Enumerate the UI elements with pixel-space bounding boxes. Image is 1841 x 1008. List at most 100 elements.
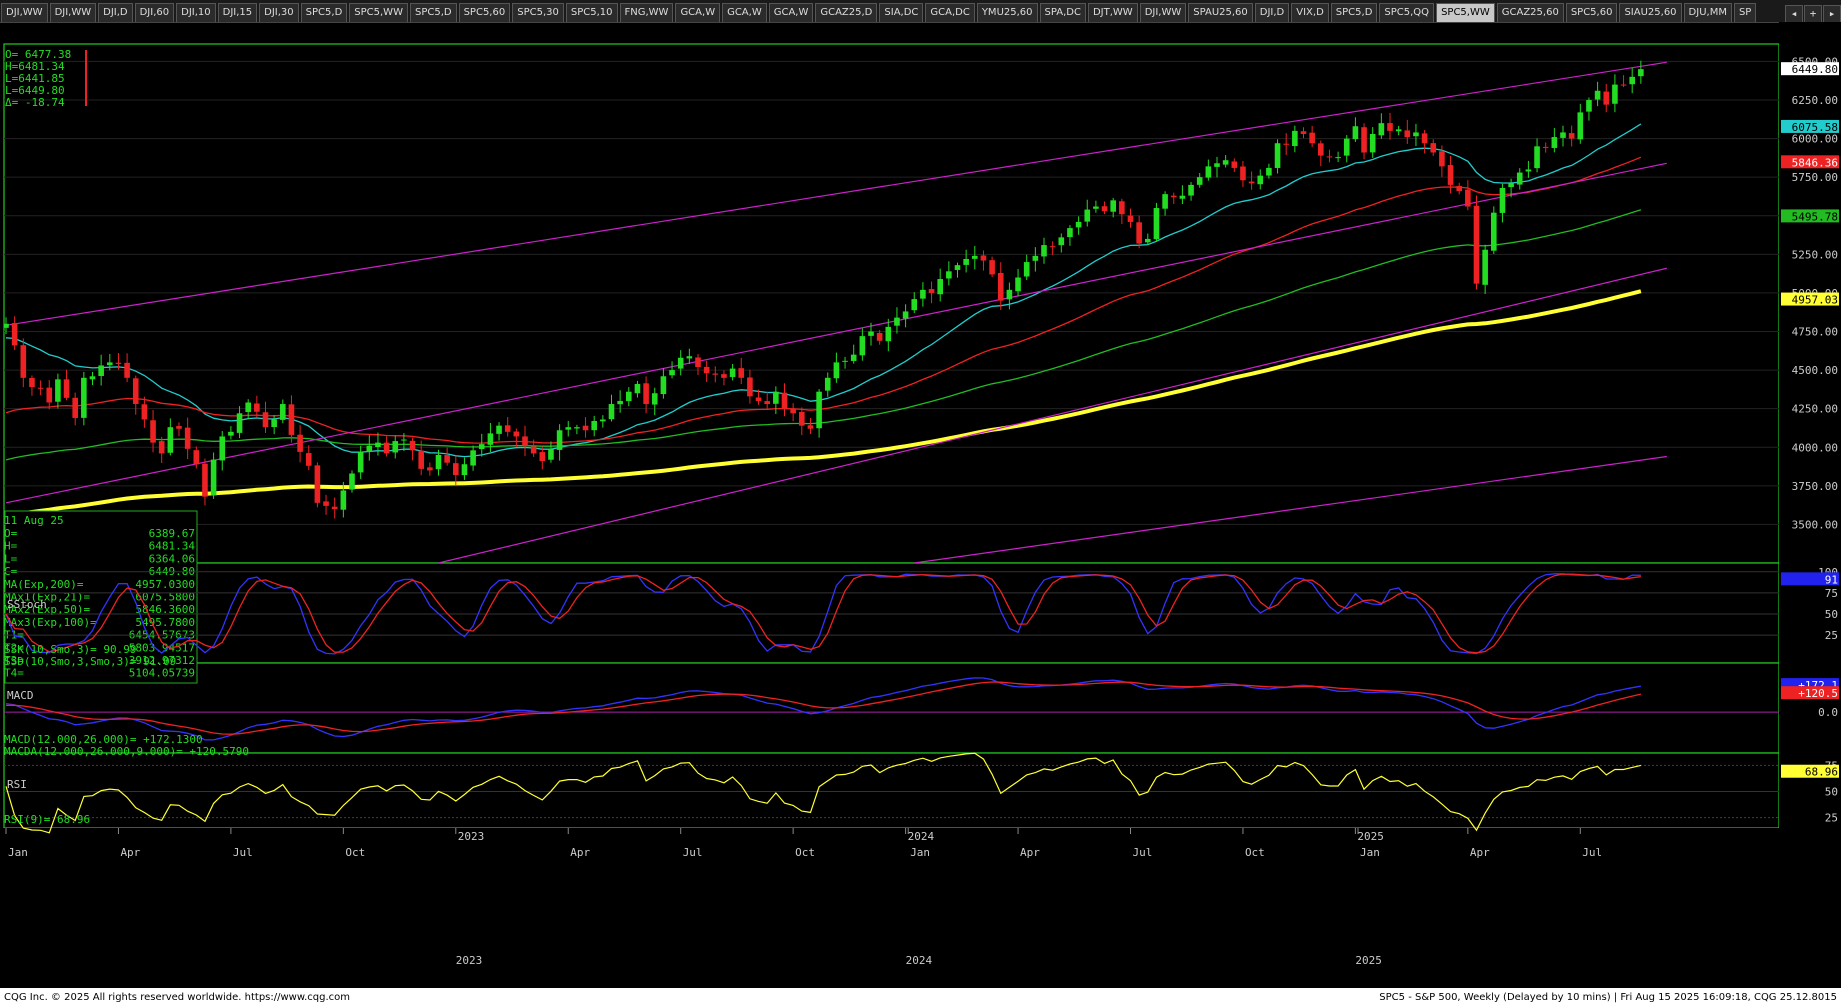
chart-tab[interactable]: SPC5,WW (1436, 3, 1495, 22)
candle-body (11, 323, 18, 346)
candle-body (850, 354, 857, 361)
price-tag-label: 6449.80 (1792, 63, 1838, 76)
candle-body (418, 450, 424, 469)
candle-body (548, 448, 554, 460)
chart-tab[interactable]: GCA,W (675, 3, 721, 22)
candle-body (816, 391, 822, 429)
candle-body (1032, 255, 1039, 261)
candle-body (1335, 157, 1341, 159)
chart-tab[interactable]: SPC5,30 (512, 3, 564, 22)
candle-body (107, 362, 113, 366)
month-label: Oct (795, 846, 815, 859)
candle-body (703, 366, 710, 374)
info-value: 6481.34 (149, 540, 196, 553)
candle-body (262, 412, 269, 428)
candle-body (453, 463, 459, 476)
chart-tab[interactable]: SPC5,10 (565, 3, 618, 22)
candle-body (63, 379, 70, 398)
chart-tab[interactable]: DJI,30 (259, 3, 299, 22)
candle-body (1551, 137, 1558, 148)
candle-body (72, 397, 78, 418)
chart-tab[interactable]: GCAZ25,60 (1496, 3, 1564, 22)
chart-tab[interactable]: DJI,60 (134, 3, 175, 22)
chart-tab[interactable]: SPC5,D (1330, 3, 1378, 22)
status-footer: CQG Inc. © 2025 All rights reserved worl… (0, 988, 1841, 1008)
chevron-left-icon[interactable]: ◂ (1785, 5, 1803, 23)
price-tag-label: 5495.78 (1792, 210, 1838, 223)
tab-navigation: ◂ + ▸ (1784, 2, 1841, 23)
candle-body (1240, 166, 1246, 181)
price-tick-label: 5250.00 (1792, 248, 1838, 261)
candle-body (4, 323, 9, 328)
chart-tab[interactable]: DJI,WW (1139, 3, 1187, 22)
chart-tab[interactable]: DJI,10 (176, 3, 216, 22)
chart-tab[interactable]: SIA,DC (879, 3, 924, 22)
candle-body (349, 473, 355, 490)
add-tab-icon[interactable]: + (1804, 5, 1822, 23)
candle-body (747, 377, 753, 397)
chart-tab[interactable]: SPC5,WW (349, 3, 408, 22)
info-label: MA(Exp,200)= (4, 578, 84, 591)
candle-body (1145, 238, 1151, 243)
chart-tab[interactable]: DJI,D (98, 3, 133, 22)
candle-body (1586, 100, 1592, 112)
ohlc-range-bar (85, 50, 87, 106)
chart-tab[interactable]: SPAU25,60 (1188, 3, 1253, 22)
stoch-tick-label: 50 (1825, 608, 1838, 621)
candle-body (1127, 215, 1134, 222)
chart-tab[interactable]: SPC5,D (300, 3, 348, 22)
candle-body (1110, 200, 1116, 212)
candle-body (1222, 160, 1229, 165)
candle-body (167, 427, 174, 453)
price-tick-label: 4500.00 (1792, 364, 1838, 377)
chart-tab[interactable]: DJT,WW (1087, 3, 1138, 22)
candle-body (626, 391, 632, 402)
month-label: Jul (1582, 846, 1602, 859)
chart-tab[interactable]: DJI,D (1254, 3, 1290, 22)
chart-tab[interactable]: GCAZ25,D (815, 3, 878, 22)
info-value: 5104.05739 (129, 667, 195, 680)
price-tick-label: 4250.00 (1792, 403, 1838, 416)
candle-body (1196, 177, 1203, 185)
chart-tab[interactable]: GCA,W (722, 3, 767, 22)
chart-tab[interactable]: DJI,WW (1, 3, 48, 22)
chart-tab[interactable]: SPC5,60 (1565, 3, 1618, 22)
chart-tab[interactable]: FNG,WW (619, 3, 674, 22)
chart-tab[interactable]: GCA,DC (925, 3, 975, 22)
candle-body (20, 345, 27, 378)
candle-body (366, 445, 373, 452)
chart-tab[interactable]: VIX,D (1291, 3, 1329, 22)
candle-body (1629, 76, 1635, 85)
candle-body (1179, 195, 1186, 199)
candle-body (600, 419, 606, 422)
candle-body (1603, 91, 1610, 105)
chart-tab[interactable]: DJI,WW (49, 3, 97, 22)
candle-body (989, 260, 995, 275)
candle-body (245, 402, 251, 413)
chart-tab[interactable]: DJU,MM (1683, 3, 1732, 22)
chart-tab[interactable]: SPA,DC (1039, 3, 1086, 22)
chart-tab[interactable]: SP (1733, 3, 1757, 22)
candle-body (383, 442, 390, 454)
candle-body (401, 439, 407, 441)
chart-tab[interactable]: YMU25,60 (976, 3, 1038, 22)
chart-canvas[interactable]: 3500.00 3750.00 4000.00 4250.00 4500.00 4750.… (0, 22, 1841, 986)
candle-body (513, 431, 520, 437)
chart-tab[interactable]: SIAU25,60 (1619, 3, 1682, 22)
stoch-readout: SSD(10,Smo,3,Smo,3)= 91.09 (4, 655, 176, 668)
candle-body (323, 501, 329, 506)
candle-body (1612, 84, 1618, 104)
candle-body (773, 391, 779, 404)
month-label: Jan (910, 846, 930, 859)
chart-tab[interactable]: DJI,15 (217, 3, 258, 22)
chart-tab[interactable]: SPC5,60 (458, 3, 511, 22)
chart-tab[interactable]: SPC5,D (409, 3, 457, 22)
candle-body (228, 431, 234, 436)
candle-body (963, 258, 969, 265)
price-tick-label: 3500.00 (1792, 518, 1838, 531)
chevron-right-icon[interactable]: ▸ (1823, 5, 1841, 23)
candle-body (582, 425, 589, 431)
chart-tab[interactable]: SPC5,QQ (1379, 3, 1435, 22)
chart-tab[interactable]: GCA,W (768, 3, 814, 22)
candle-body (894, 317, 900, 326)
